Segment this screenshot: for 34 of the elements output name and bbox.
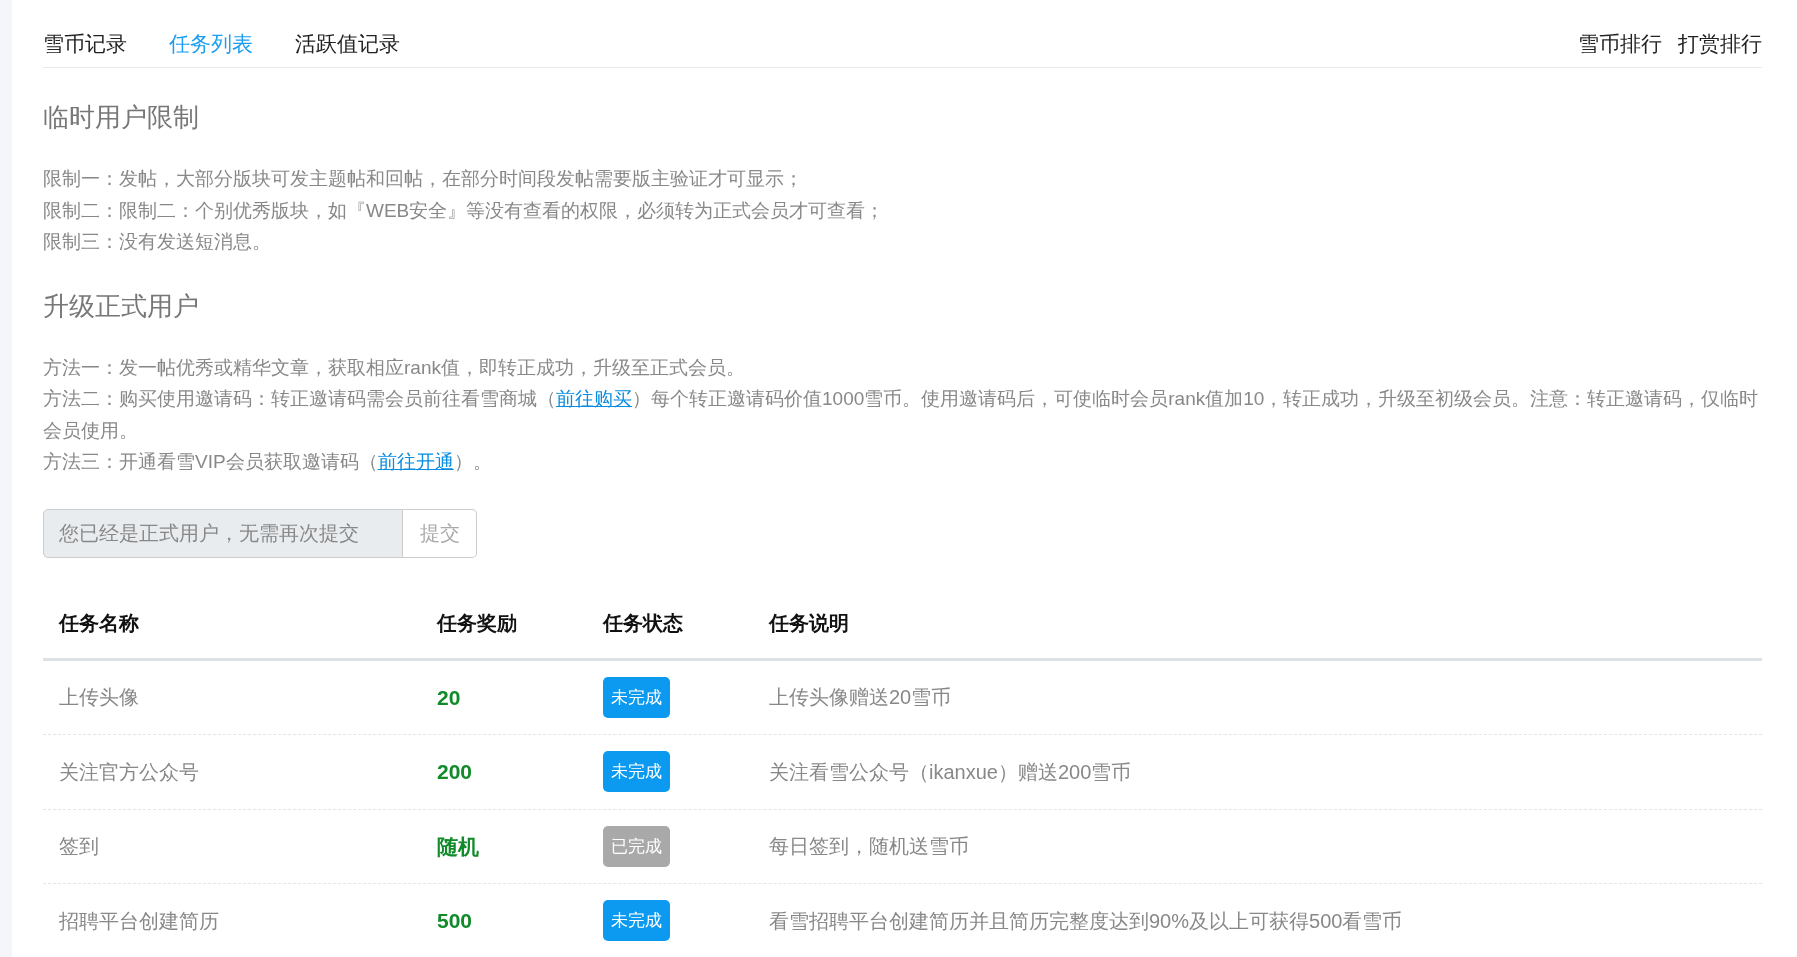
ranking-link[interactable]: 打赏排行 bbox=[1678, 27, 1762, 59]
paragraph: 限制一：发帖，大部分版块可发主题帖和回帖，在部分时间段发帖需要版主验证才可显示； bbox=[43, 167, 804, 191]
task-name: 关注官方公众号 bbox=[59, 760, 199, 783]
link[interactable]: 前往购买 bbox=[556, 388, 632, 409]
ranking-link[interactable]: 雪币排行 bbox=[1578, 27, 1662, 59]
column-header: 任务说明 bbox=[769, 611, 849, 634]
status-badge: 未完成 bbox=[603, 676, 670, 718]
paragraph: 方法二：购买使用邀请码：转正邀请码需会员前往看雪商城（前往购买）每个转正邀请码价值1000雪币。使用邀请码后，可使临时会员rank值加10，转正成功，升级至初级会员。注意：转正邀请码，仅临时会员使用。 bbox=[43, 387, 1760, 443]
status-badge: 未完成 bbox=[603, 751, 670, 793]
tab[interactable]: 活跃值记录 bbox=[295, 27, 400, 59]
task-description: 每日签到，随机送雪币 bbox=[769, 835, 969, 858]
task-name: 招聘平台创建简历 bbox=[59, 909, 219, 932]
task-description: 看雪招聘平台创建简历并且简历完整度达到90%及以上可获得500看雪币 bbox=[769, 909, 1403, 932]
task-name: 签到 bbox=[59, 835, 99, 858]
task-description: 上传头像赠送20雪币 bbox=[769, 686, 952, 709]
paragraph: 方法一：发一帖优秀或精华文章，获取相应rank值，即转正成功，升级至正式会员。 bbox=[43, 355, 746, 380]
section-heading: 临时用户限制 bbox=[43, 101, 200, 134]
section-heading: 升级正式用户 bbox=[43, 289, 200, 323]
task-reward: 随机 bbox=[437, 834, 479, 858]
task-reward: 200 bbox=[437, 760, 473, 783]
link[interactable]: 前往开通 bbox=[377, 451, 454, 472]
task-reward: 500 bbox=[437, 909, 473, 932]
status-badge: 未完成 bbox=[603, 900, 670, 942]
column-header: 任务状态 bbox=[603, 611, 683, 634]
column-header: 任务奖励 bbox=[437, 611, 517, 634]
task-description: 关注看雪公众号（ikanxue）赠送200雪币 bbox=[769, 760, 1132, 783]
paragraph: 限制二：限制二：个别优秀版块，如『WEB安全』等没有查看的权限，必须转为正式会员才可查看； bbox=[43, 198, 886, 223]
tab[interactable]: 雪币记录 bbox=[43, 27, 127, 59]
paragraph: 限制三：没有发送短消息。 bbox=[43, 230, 272, 254]
status-badge: 已完成 bbox=[603, 825, 670, 867]
task-reward: 20 bbox=[437, 685, 461, 709]
paragraph: 方法三：开通看雪VIP会员获取邀请码（前往开通）。 bbox=[43, 450, 493, 474]
task-name: 上传头像 bbox=[59, 686, 139, 709]
column-header: 任务名称 bbox=[59, 611, 139, 634]
